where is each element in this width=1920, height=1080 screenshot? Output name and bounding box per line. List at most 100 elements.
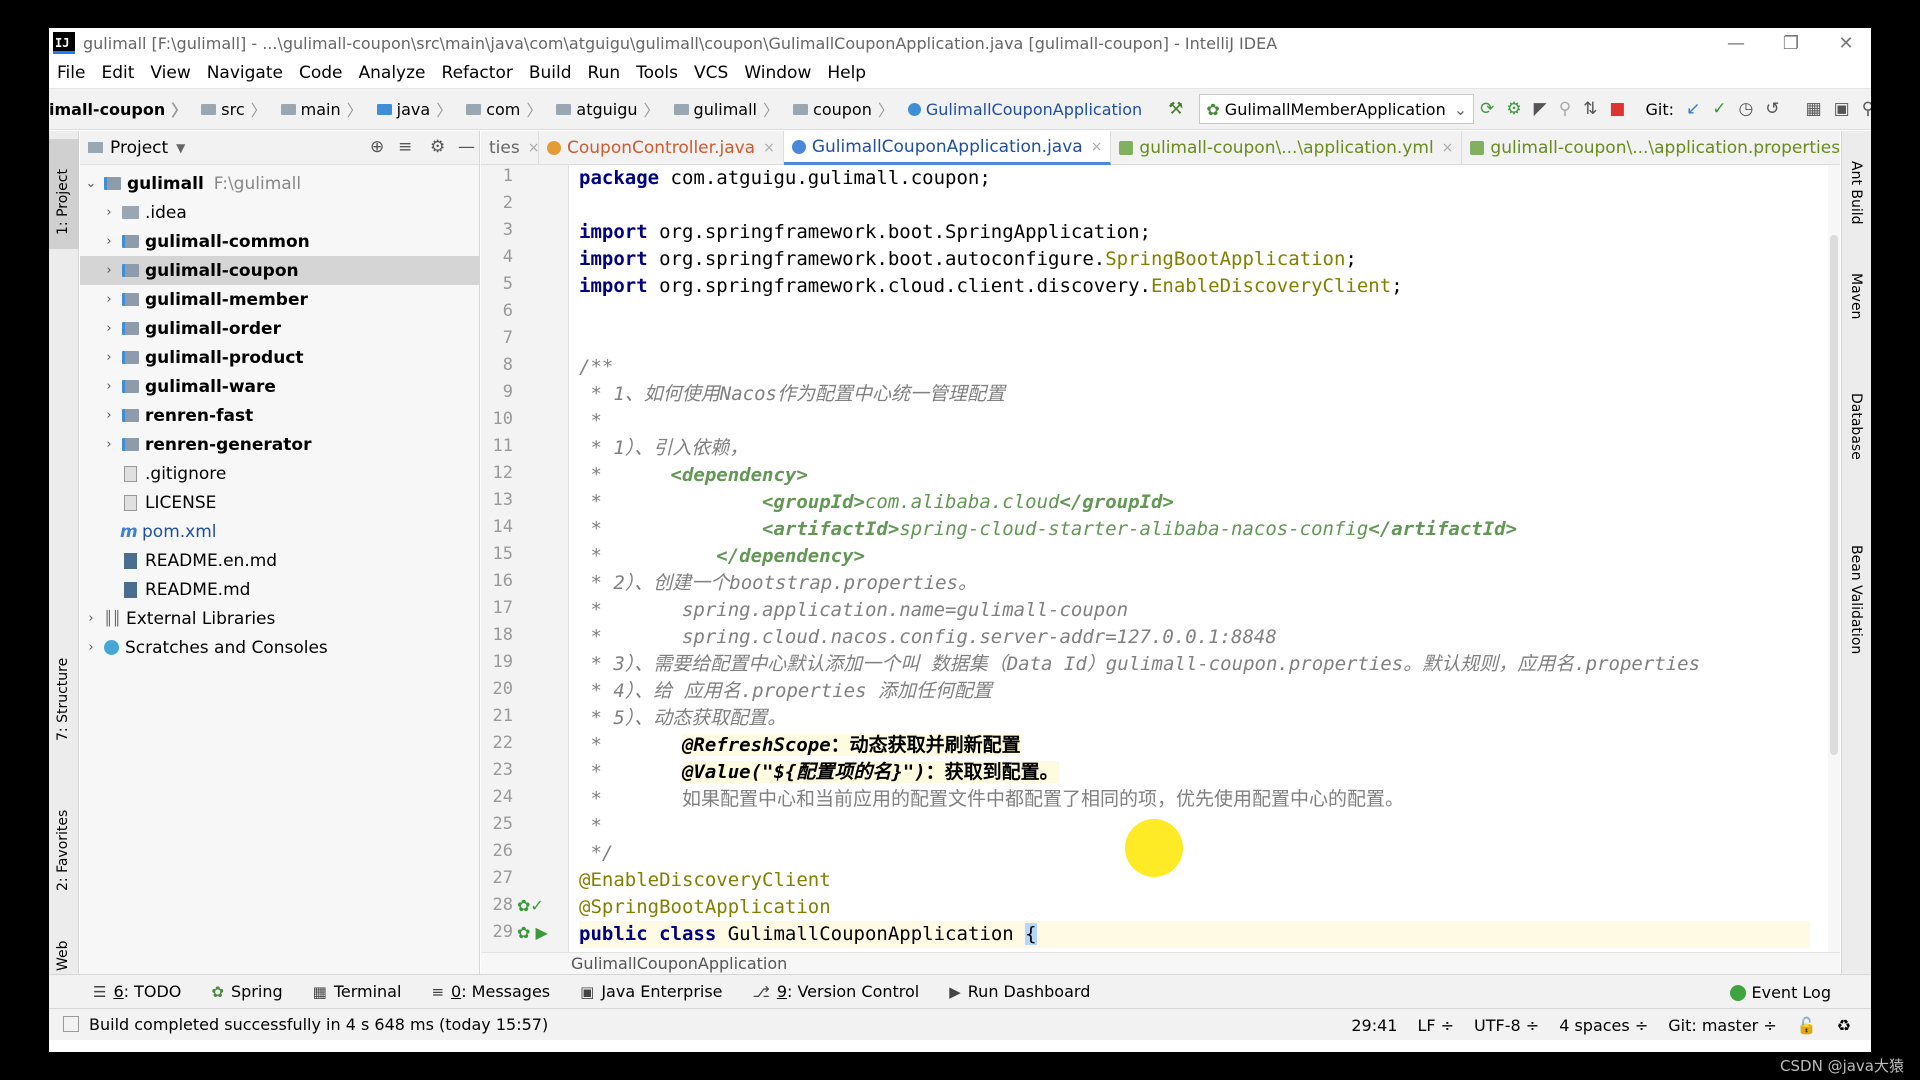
hide-icon[interactable]: —: [458, 137, 475, 157]
crumb-coupon[interactable]: coupon 〉: [785, 97, 894, 121]
status-toggle-icon[interactable]: [63, 1016, 79, 1032]
collapse-icon[interactable]: ≡: [398, 137, 412, 157]
line-separator[interactable]: LF ÷: [1417, 1016, 1454, 1035]
tree-item[interactable]: › gulimall-product: [80, 343, 480, 372]
tree-item[interactable]: › Scratches and Consoles: [80, 633, 480, 662]
search-everywhere-icon[interactable]: ⚲: [1862, 98, 1871, 120]
indent-setting[interactable]: 4 spaces ÷: [1559, 1016, 1648, 1035]
tab-properties-truncated[interactable]: ties ×: [481, 131, 539, 165]
close-icon[interactable]: ×: [1091, 139, 1103, 155]
tree-item[interactable]: › gulimall-ware: [80, 372, 480, 401]
tree-item[interactable]: › ║║ External Libraries: [80, 604, 480, 633]
crumb-src[interactable]: src 〉: [193, 97, 267, 121]
tool-database-tab[interactable]: Database: [1848, 393, 1864, 460]
tool-run-dashboard-button[interactable]: ▶ Run Dashboard: [949, 982, 1090, 1001]
crumb-atguigu[interactable]: atguigu 〉: [548, 97, 660, 121]
project-view-select[interactable]: Project: [110, 138, 168, 158]
tree-item[interactable]: › gulimall-common: [80, 227, 480, 256]
crumb-main[interactable]: main 〉: [273, 97, 363, 121]
run-config-select[interactable]: ✿ GulimallMemberApplication ⌄: [1199, 94, 1475, 124]
tab-gulimall-coupon-application[interactable]: GulimallCouponApplication.java ×: [783, 131, 1112, 165]
gear-icon[interactable]: ⚙: [430, 137, 445, 157]
tool-version-control-button[interactable]: ⎇ 9: Version Control: [753, 982, 920, 1001]
tool-java-enterprise-button[interactable]: ▣ Java Enterprise: [580, 982, 722, 1001]
tool-spring-button[interactable]: ✿ Spring: [211, 982, 282, 1001]
tab-coupon-controller[interactable]: CouponController.java ×: [539, 131, 784, 165]
caret-position[interactable]: 29:41: [1351, 1016, 1397, 1035]
tree-item[interactable]: LICENSE: [80, 488, 480, 517]
tool-terminal-button[interactable]: ▦ Terminal: [313, 982, 402, 1001]
close-icon[interactable]: ×: [763, 140, 775, 156]
tool-messages-button[interactable]: ≡ 0: Messages: [431, 982, 550, 1001]
update-app-icon[interactable]: ⇅: [1583, 98, 1597, 120]
vertical-scrollbar[interactable]: [1828, 165, 1840, 952]
menu-edit[interactable]: Edit: [101, 63, 134, 83]
tree-item[interactable]: › gulimall-member: [80, 285, 480, 314]
lock-icon[interactable]: 🔓: [1797, 1016, 1817, 1035]
menu-help[interactable]: Help: [827, 63, 866, 83]
crumb-module[interactable]: imall-coupon 〉: [49, 97, 187, 121]
menu-code[interactable]: Code: [299, 63, 343, 83]
tree-item[interactable]: m pom.xml: [80, 517, 480, 546]
menu-refactor[interactable]: Refactor: [442, 63, 513, 83]
tree-item[interactable]: README.en.md: [80, 546, 480, 575]
close-window-button[interactable]: ✕: [1821, 28, 1871, 58]
menu-window[interactable]: Window: [744, 63, 811, 83]
restore-button[interactable]: ❐: [1766, 28, 1816, 58]
file-encoding[interactable]: UTF-8 ÷: [1474, 1016, 1539, 1035]
coverage-icon[interactable]: ◤: [1534, 98, 1547, 120]
build-hammer-icon[interactable]: ⚒: [1168, 98, 1183, 120]
presentation-icon[interactable]: ▣: [1834, 98, 1850, 120]
editor-breadcrumb[interactable]: GulimallCouponApplication: [481, 952, 1840, 974]
project-structure-icon[interactable]: ▦: [1806, 98, 1822, 120]
tree-item-selected[interactable]: › gulimall-coupon: [80, 256, 480, 285]
minimize-button[interactable]: —: [1711, 28, 1761, 58]
tree-item[interactable]: › renren-fast: [80, 401, 480, 430]
event-log-button[interactable]: Event Log: [1729, 983, 1831, 1002]
menu-tools[interactable]: Tools: [636, 63, 678, 83]
tool-bean-validation-tab[interactable]: Bean Validation: [1848, 545, 1864, 654]
close-icon[interactable]: ×: [1442, 140, 1454, 156]
git-branch[interactable]: Git: master ÷: [1668, 1016, 1777, 1035]
tree-item[interactable]: › .idea: [80, 198, 480, 227]
menu-navigate[interactable]: Navigate: [207, 63, 283, 83]
crumb-java[interactable]: java 〉: [369, 97, 452, 121]
menu-analyze[interactable]: Analyze: [359, 63, 426, 83]
tool-todo-button[interactable]: ☰ 6: TODO: [93, 982, 181, 1001]
crumb-class[interactable]: GulimallCouponApplication: [900, 100, 1142, 119]
tool-structure-tab[interactable]: 7: Structure: [55, 658, 71, 741]
tool-web-tab[interactable]: Web: [55, 940, 71, 971]
close-icon[interactable]: ×: [528, 140, 540, 156]
spring-bean-icon[interactable]: ✿✓: [517, 896, 544, 915]
tab-application-properties[interactable]: gulimall-coupon\...\application.properti…: [1462, 131, 1869, 165]
tool-ant-build-tab[interactable]: Ant Build: [1848, 161, 1864, 225]
git-commit-icon[interactable]: ✓: [1712, 98, 1726, 120]
code-area[interactable]: package com.atguigu.gulimall.coupon; imp…: [579, 165, 1810, 952]
tree-item[interactable]: README.md: [80, 575, 480, 604]
menu-view[interactable]: View: [150, 63, 190, 83]
tree-item[interactable]: .gitignore: [80, 459, 480, 488]
run-gutter-icon[interactable]: ✿ ▶: [517, 923, 548, 942]
debug-bug-icon[interactable]: ⚙: [1506, 98, 1521, 120]
tree-item[interactable]: › renren-generator: [80, 430, 480, 459]
locate-icon[interactable]: ⊕: [370, 137, 384, 157]
tool-favorites-tab[interactable]: 2: Favorites: [55, 810, 71, 891]
menu-run[interactable]: Run: [588, 63, 621, 83]
tree-root[interactable]: ⌄ gulimall F:\gulimall: [80, 169, 480, 198]
menu-file[interactable]: File: [57, 63, 85, 83]
trash-icon[interactable]: ♻: [1837, 1016, 1851, 1035]
git-update-icon[interactable]: ↙: [1686, 98, 1700, 120]
tree-item[interactable]: › gulimall-order: [80, 314, 480, 343]
menu-vcs[interactable]: VCS: [694, 63, 728, 83]
tool-project-tab[interactable]: 1: Project: [55, 169, 71, 235]
crumb-gulimall[interactable]: gulimall 〉: [666, 97, 779, 121]
rerun-icon[interactable]: ⟳: [1480, 98, 1494, 120]
crumb-com[interactable]: com 〉: [458, 97, 542, 121]
tool-maven-tab[interactable]: Maven: [1848, 273, 1864, 319]
profile-icon[interactable]: ⚲: [1559, 98, 1571, 120]
menu-build[interactable]: Build: [529, 63, 572, 83]
history-icon[interactable]: ◷: [1738, 98, 1753, 120]
rollback-icon[interactable]: ↺: [1765, 98, 1779, 120]
tab-application-yml[interactable]: gulimall-coupon\...\application.yml ×: [1111, 131, 1463, 165]
stop-icon[interactable]: ■: [1609, 98, 1625, 120]
